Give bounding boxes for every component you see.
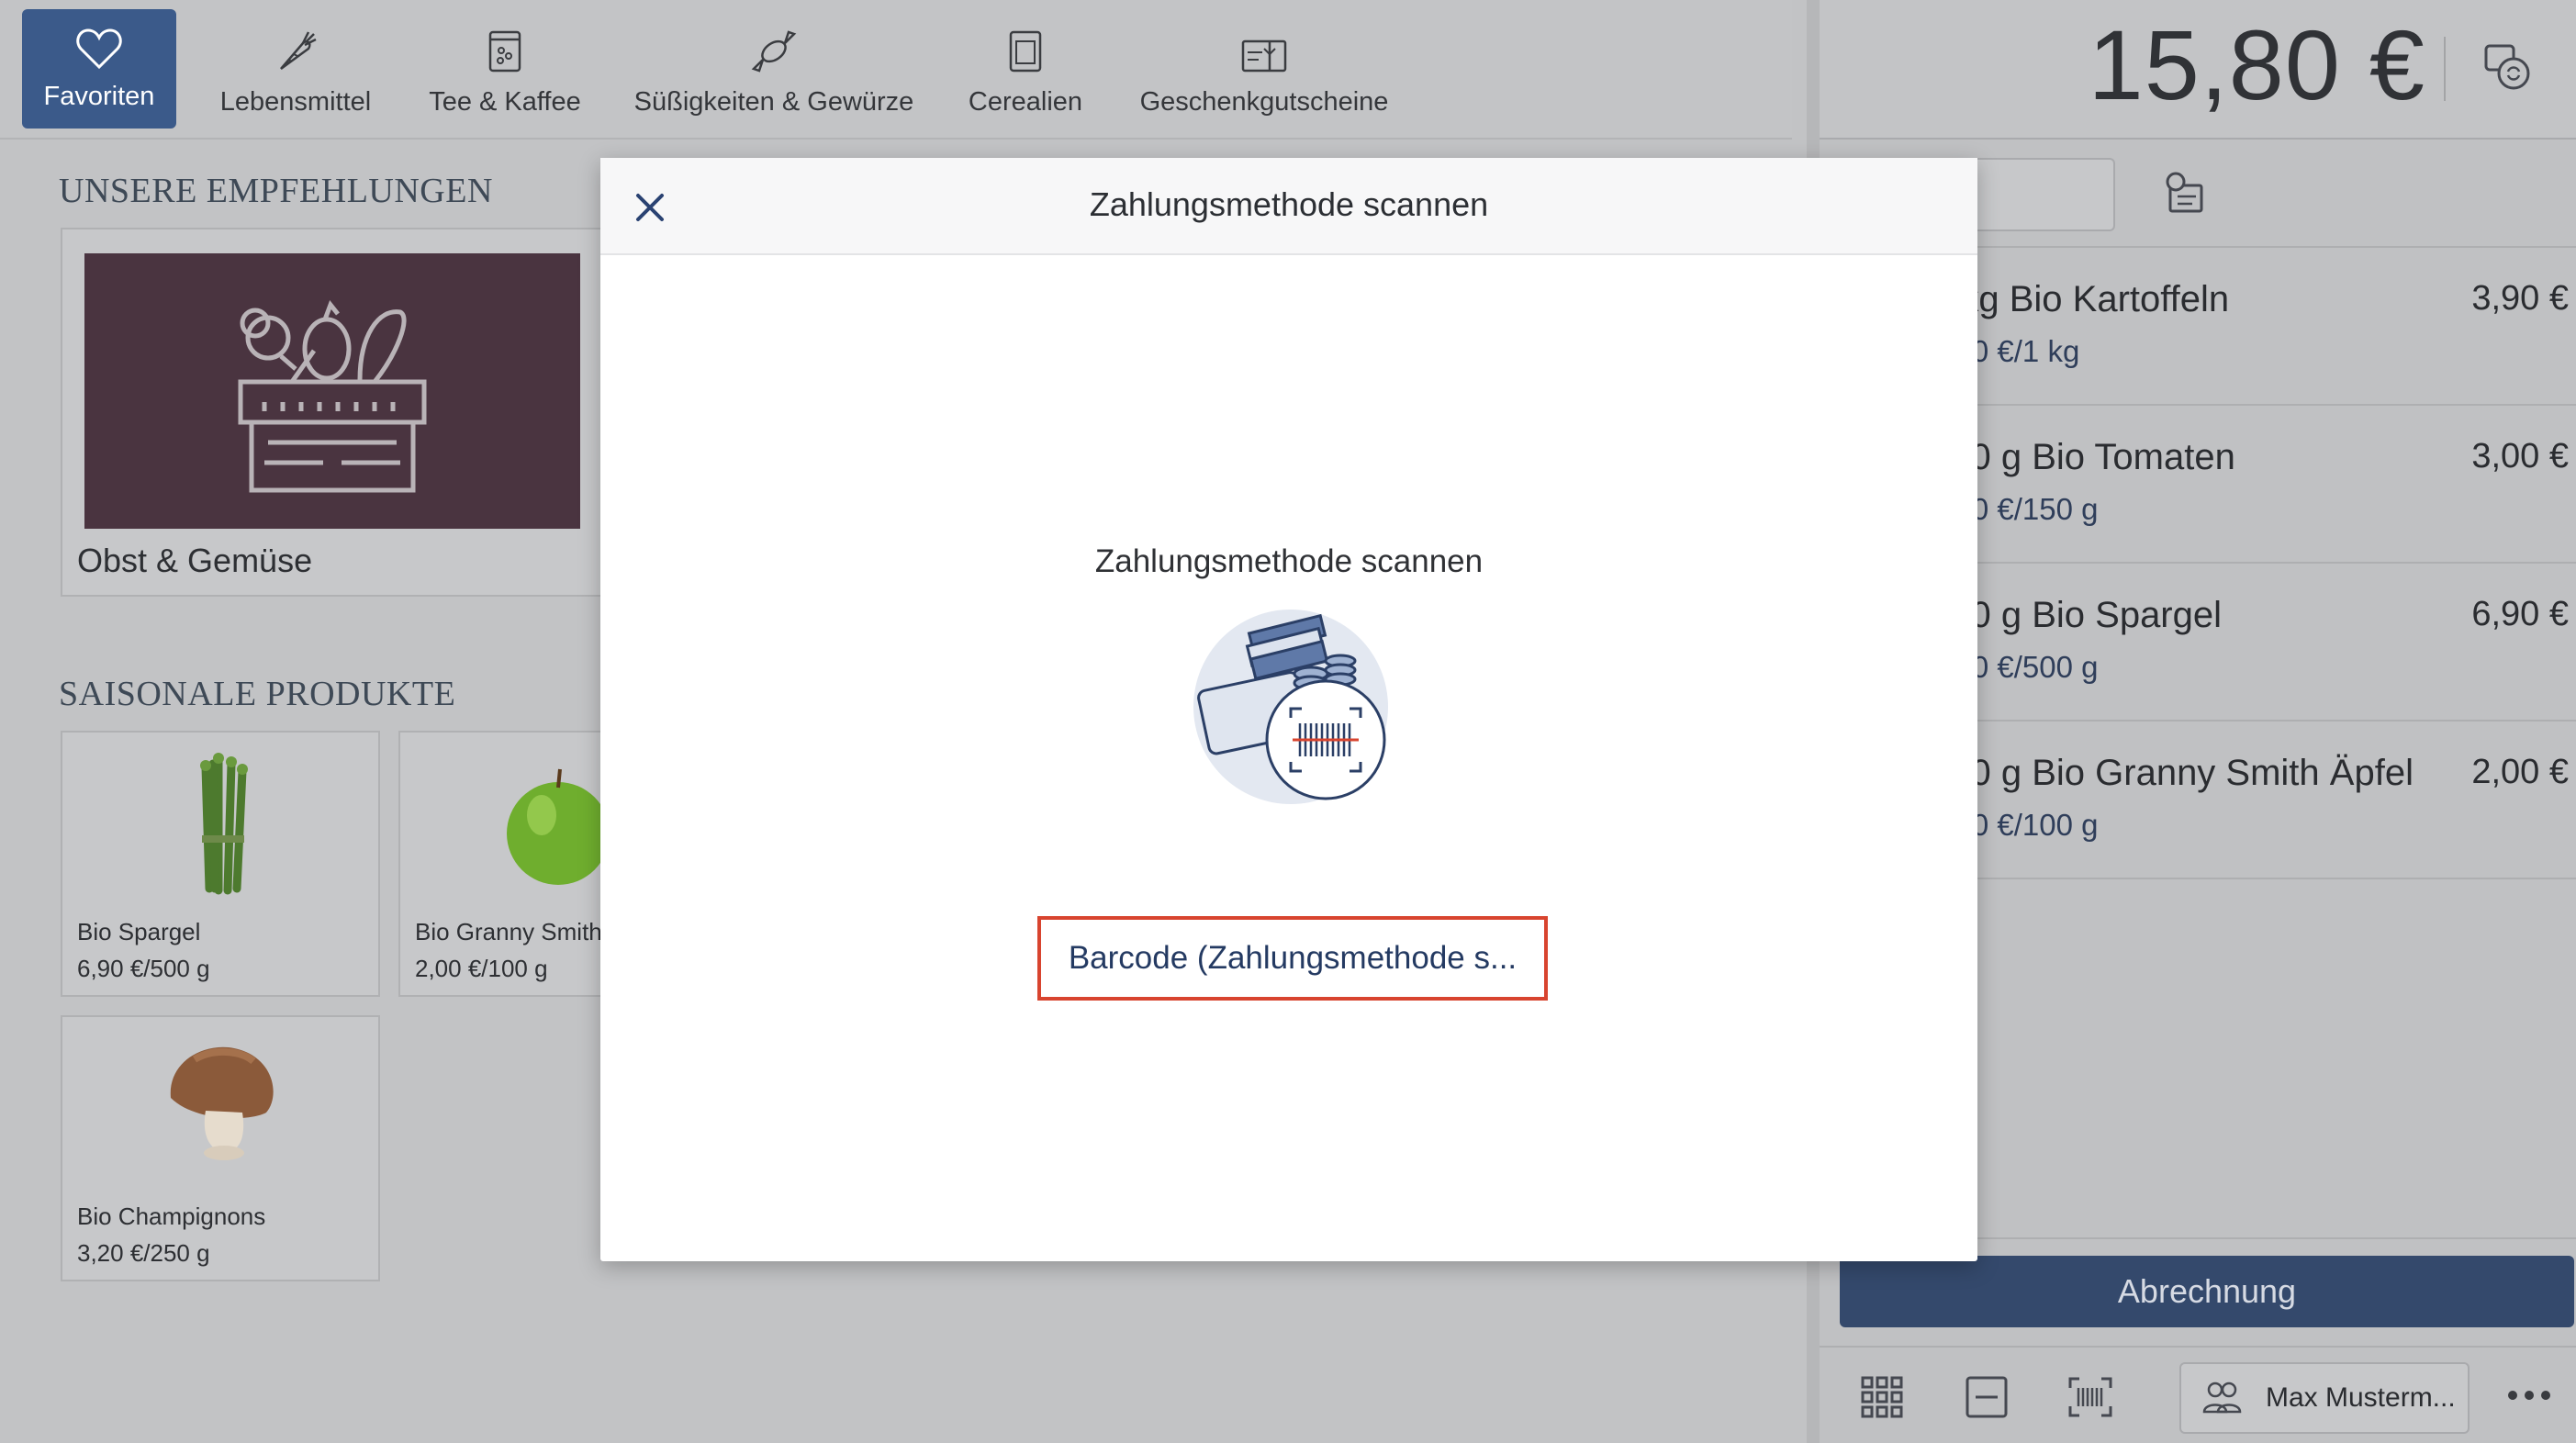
users-icon <box>2201 1379 2242 1415</box>
product-price: 6,90 €/500 g <box>77 955 210 982</box>
section-title-seasonal: SAISONALE PRODUKTE <box>59 675 456 713</box>
dialog-title: Zahlungsmethode scannen <box>1089 185 1489 223</box>
line-item-price: 2,00 € <box>2471 753 2569 791</box>
bottom-toolbar: Max Musterm... <box>1820 1346 2576 1443</box>
category-label: Lebensmittel <box>219 87 372 117</box>
more-options-icon[interactable] <box>2506 1386 2552 1404</box>
payment-scan-illustration <box>1188 602 1408 813</box>
barcode-payment-button[interactable]: Barcode (Zahlungsmethode s... <box>1037 916 1548 1001</box>
product-card-granny-smith[interactable]: Bio Granny Smith 2,00 €/100 g <box>398 731 619 997</box>
category-cerealien[interactable]: Cerealien <box>958 0 1092 138</box>
barcode-scan-icon[interactable] <box>2067 1375 2113 1419</box>
product-card-spargel[interactable]: Bio Spargel 6,90 €/500 g <box>61 731 380 997</box>
section-title-recommendations: UNSERE EMPFEHLUNGEN <box>59 172 493 210</box>
category-label: Geschenkgutscheine <box>1139 87 1389 117</box>
category-label: Süßigkeiten & Gewürze <box>633 87 914 117</box>
asparagus-image <box>185 751 259 898</box>
category-label: Tee & Kaffee <box>429 87 581 117</box>
vegetable-basket-icon <box>84 253 580 529</box>
grid-icon[interactable] <box>1860 1375 1904 1419</box>
product-price: 3,20 €/250 g <box>77 1239 210 1267</box>
category-label: Favoriten <box>43 82 155 111</box>
product-name: Bio Spargel <box>77 918 201 945</box>
cart-total: 15,80 € <box>2088 9 2425 120</box>
minus-box-icon[interactable] <box>1965 1375 2009 1419</box>
line-item-price: 3,00 € <box>2471 437 2569 475</box>
customer-name: Max Musterm... <box>2266 1382 2456 1413</box>
heart-icon <box>76 28 122 82</box>
product-card-champignons[interactable]: Bio Champignons 3,20 €/250 g <box>61 1015 380 1281</box>
mushroom-image <box>158 1034 286 1171</box>
product-name: Bio Champignons <box>77 1202 266 1230</box>
product-name: Bio Granny Smith <box>415 918 602 945</box>
category-bar: Favoriten Lebensmittel Tee & Kaffee Süßi… <box>0 0 1792 140</box>
category-suessigkeiten[interactable]: Süßigkeiten & Gewürze <box>633 0 914 138</box>
category-tee-kaffee[interactable]: Tee & Kaffee <box>419 0 591 138</box>
receipt-coin-icon[interactable] <box>2161 171 2209 218</box>
product-price: 2,00 €/100 g <box>415 955 548 982</box>
recommendation-card[interactable]: Obst & Gemüse <box>61 228 602 597</box>
customer-button[interactable]: Max Musterm... <box>2179 1362 2470 1434</box>
line-item-name: 100 g Bio Granny Smith Äpfel <box>1930 753 2414 793</box>
barcode-payment-button-label: Barcode (Zahlungsmethode s... <box>1068 940 1518 976</box>
carrot-icon <box>272 27 319 87</box>
recommendation-label: Obst & Gemüse <box>77 542 313 579</box>
coffee-jar-icon <box>487 28 523 87</box>
line-item-price: 6,90 € <box>2471 595 2569 633</box>
category-label: Cerealien <box>968 87 1083 117</box>
divider <box>2444 37 2446 101</box>
currency-exchange-icon[interactable] <box>2481 40 2536 95</box>
category-lebensmittel[interactable]: Lebensmittel <box>207 0 384 138</box>
candy-icon <box>748 28 800 87</box>
category-geschenkgutscheine[interactable]: Geschenkgutscheine <box>1138 0 1390 138</box>
payment-scan-dialog: Zahlungsmethode scannen Zahlungsmethode … <box>600 158 1977 1261</box>
dialog-header: Zahlungsmethode scannen <box>600 158 1977 255</box>
line-item-price: 3,90 € <box>2471 279 2569 318</box>
gift-card-icon <box>1240 38 1288 87</box>
total-bar: 15,80 € <box>1820 0 2576 140</box>
category-favoriten[interactable]: Favoriten <box>22 9 176 129</box>
dialog-subtitle: Zahlungsmethode scannen <box>1094 543 1484 579</box>
cereal-jar-icon <box>1007 28 1044 87</box>
checkout-button[interactable]: Abrechnung <box>1840 1256 2574 1327</box>
